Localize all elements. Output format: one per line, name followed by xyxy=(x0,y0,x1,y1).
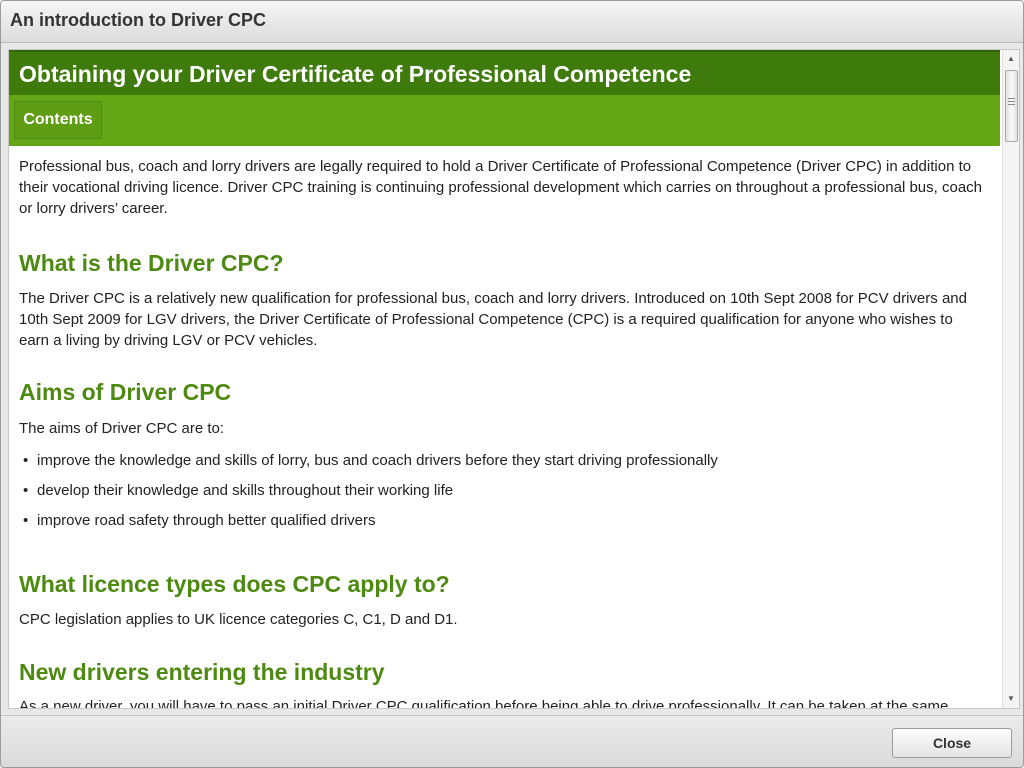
content-scroll-area[interactable]: Obtaining your Driver Certificate of Pro… xyxy=(9,50,1000,708)
section-heading-aims: Aims of Driver CPC xyxy=(19,379,232,405)
scrollbar-thumb[interactable] xyxy=(1005,70,1018,142)
dialog-footer: Close xyxy=(1,715,1023,767)
list-item: develop their knowledge and skills throu… xyxy=(23,482,453,499)
dialog-window: An introduction to Driver CPC Obtaining … xyxy=(0,0,1024,768)
grip-icon xyxy=(1008,98,1015,107)
close-button[interactable]: Close xyxy=(892,728,1012,758)
section-heading-what-is-cpc: What is the Driver CPC? xyxy=(19,250,284,276)
section-text-licence-types: CPC legislation applies to UK licence ca… xyxy=(19,611,458,628)
vertical-scrollbar[interactable]: ▲ ▼ xyxy=(1002,50,1019,708)
section-text-aims: The aims of Driver CPC are to: xyxy=(19,420,225,437)
section-text-new-drivers: As a new driver, you will have to pass a… xyxy=(19,698,949,708)
section-text-what-is-cpc: The Driver CPC is a relatively new quali… xyxy=(19,290,967,349)
dialog-title: An introduction to Driver CPC xyxy=(10,10,266,30)
contents-button[interactable]: Contents xyxy=(14,101,102,139)
page-title: Obtaining your Driver Certificate of Pro… xyxy=(19,61,692,87)
scroll-up-arrow-icon[interactable]: ▲ xyxy=(1003,52,1019,66)
intro-paragraph: Professional bus, coach and lorry driver… xyxy=(19,158,983,217)
section-heading-new-drivers: New drivers entering the industry xyxy=(19,659,385,685)
list-item: improve the knowledge and skills of lorr… xyxy=(23,452,718,469)
page-header-bar: Obtaining your Driver Certificate of Pro… xyxy=(9,50,1000,95)
list-item: improve road safety through better quali… xyxy=(23,512,375,529)
dialog-titlebar: An introduction to Driver CPC xyxy=(1,1,1023,43)
section-heading-licence-types: What licence types does CPC apply to? xyxy=(19,571,450,597)
contents-bar: Contents xyxy=(9,95,1000,146)
content-frame: Obtaining your Driver Certificate of Pro… xyxy=(8,49,1020,709)
scroll-down-arrow-icon[interactable]: ▼ xyxy=(1003,692,1019,706)
